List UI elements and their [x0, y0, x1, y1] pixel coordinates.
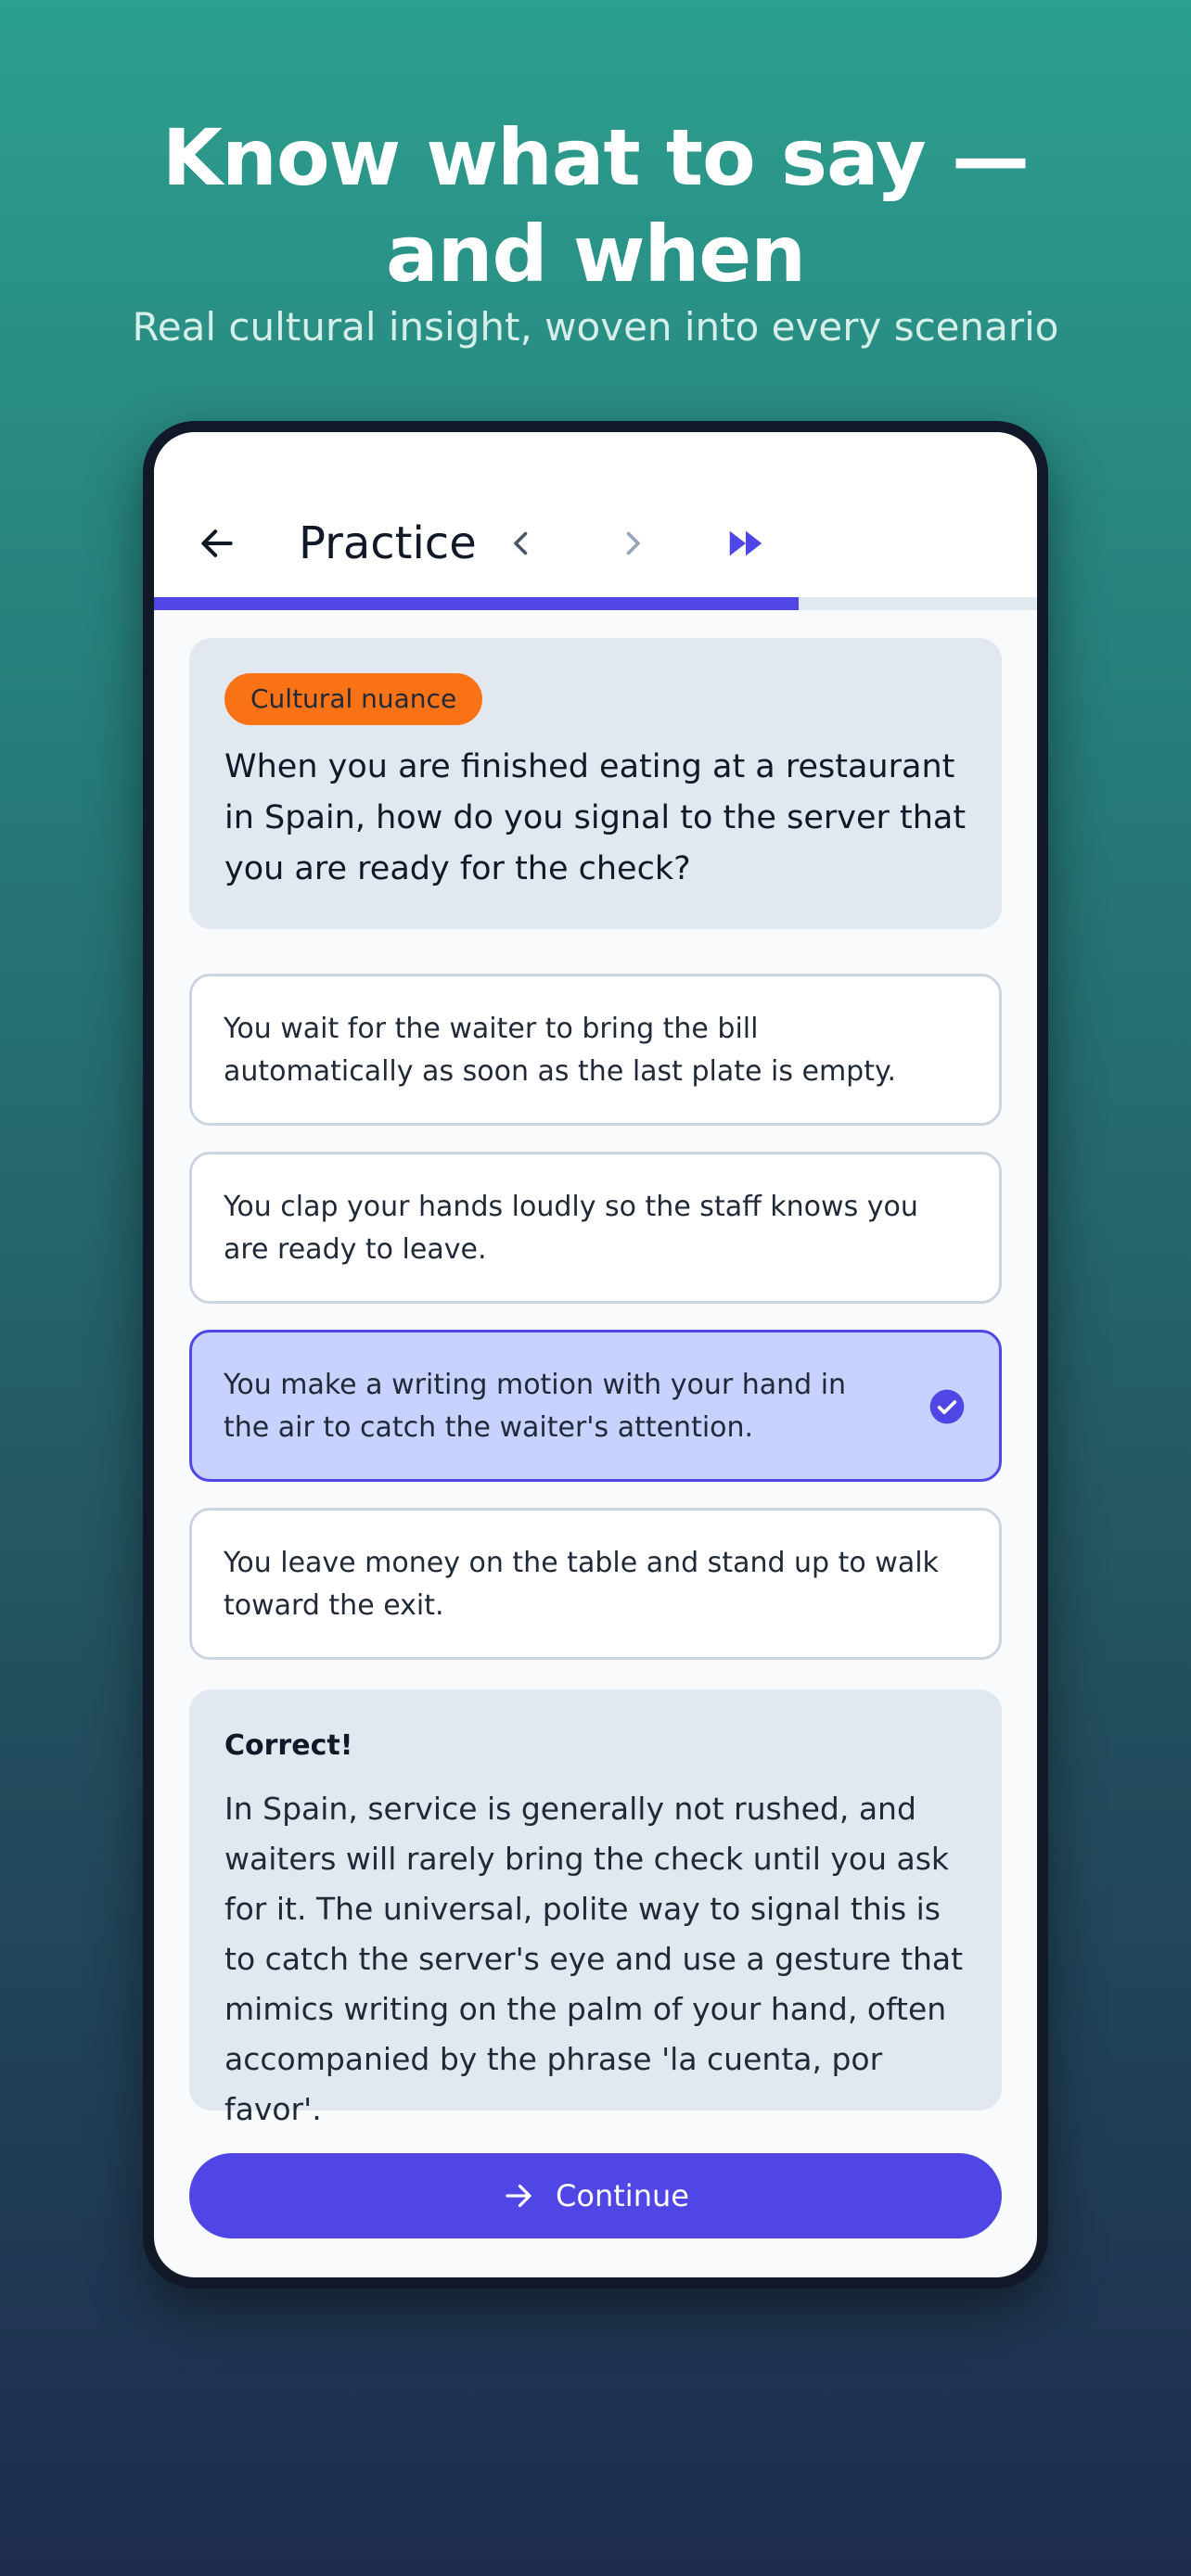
- feedback-explanation: In Spain, service is generally not rushe…: [224, 1791, 964, 2127]
- answer-option-text: You clap your hands loudly so the staff …: [224, 1191, 918, 1266]
- answer-option-1[interactable]: You wait for the waiter to bring the bil…: [189, 974, 1002, 1126]
- answer-option-text: You leave money on the table and stand u…: [224, 1547, 939, 1622]
- feedback-title: Correct!: [224, 1729, 353, 1762]
- question-card: Cultural nuance When you are finished ea…: [189, 638, 1002, 929]
- previous-question-button[interactable]: [493, 516, 549, 571]
- feedback-card: Correct! In Spain, service is generally …: [189, 1690, 1002, 2127]
- back-button[interactable]: [189, 516, 245, 571]
- headline-line-2: and when: [385, 209, 806, 300]
- category-badge: Cultural nuance: [224, 673, 483, 725]
- question-text: When you are finished eating at a restau…: [224, 748, 967, 887]
- marketing-headline: Know what to say — and when: [0, 109, 1191, 302]
- continue-button-label: Continue: [556, 2178, 689, 2213]
- chevron-right-icon: [626, 531, 640, 555]
- answer-option-4[interactable]: You leave money on the table and stand u…: [189, 1508, 1002, 1660]
- chevron-left-icon: [514, 531, 528, 555]
- app-bar: Practice: [154, 432, 1037, 606]
- arrow-left-icon: [201, 529, 233, 557]
- skip-button[interactable]: [718, 516, 774, 571]
- answer-option-text: You wait for the waiter to bring the bil…: [224, 1013, 896, 1088]
- page-title: Practice: [299, 517, 477, 569]
- answer-option-text: You make a writing motion with your hand…: [224, 1369, 847, 1444]
- marketing-subheadline: Real cultural insight, woven into every …: [132, 304, 1059, 350]
- check-circle-icon: [929, 1389, 965, 1424]
- headline-line-1: Know what to say —: [161, 112, 1030, 203]
- arrow-right-icon: [506, 2184, 531, 2208]
- continue-button[interactable]: Continue: [189, 2153, 1002, 2238]
- next-question-button[interactable]: [605, 516, 660, 571]
- app-screen: Practice Cultural nuance When you are fi…: [154, 432, 1037, 2277]
- phone-frame: Practice Cultural nuance When you are fi…: [143, 421, 1048, 2289]
- answer-option-3[interactable]: You make a writing motion with your hand…: [189, 1330, 1002, 1482]
- fast-forward-icon: [729, 530, 762, 556]
- progress-bar: [154, 597, 1037, 610]
- answer-option-2[interactable]: You clap your hands loudly so the staff …: [189, 1152, 1002, 1304]
- progress-fill: [154, 597, 799, 610]
